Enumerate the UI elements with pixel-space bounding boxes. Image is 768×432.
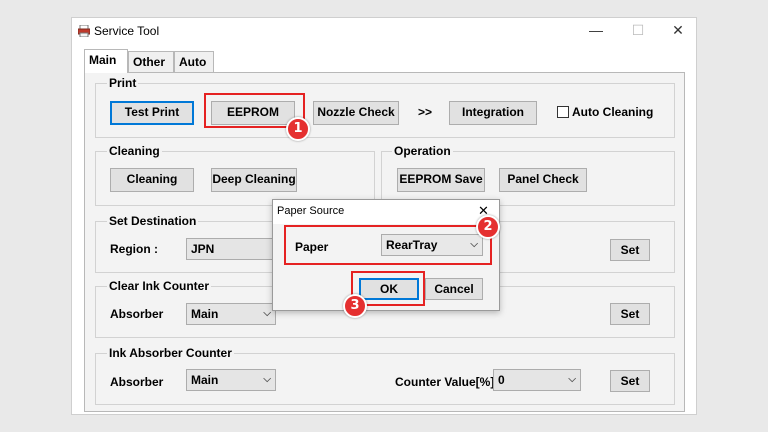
- printer-app-icon: [77, 24, 91, 38]
- ink-absorber-counter-group: [95, 353, 675, 405]
- step-3-badge: 3: [343, 294, 367, 318]
- chevron-down-icon: ⌵: [263, 374, 271, 385]
- set-destination-set-button[interactable]: Set: [610, 239, 650, 261]
- set-destination-label: Set Destination: [107, 214, 199, 228]
- auto-cleaning-checkbox[interactable]: [557, 106, 569, 118]
- tab-other[interactable]: Other: [128, 51, 174, 73]
- chevron-down-icon: ⌵: [263, 308, 271, 319]
- chevron-down-icon: ⌵: [568, 374, 576, 385]
- close-button[interactable]: ✕: [658, 18, 698, 44]
- dialog-title-bar: Paper Source ✕: [273, 200, 499, 224]
- cleaning-group-label: Cleaning: [107, 144, 162, 158]
- ink-absorber-label: Absorber: [110, 375, 164, 389]
- ink-absorber-counter-label: Ink Absorber Counter: [107, 346, 234, 360]
- nozzle-check-button[interactable]: Nozzle Check: [313, 101, 399, 125]
- maximize-button[interactable]: ☐: [618, 18, 658, 44]
- tab-strip: Main Other Auto: [84, 49, 688, 73]
- clear-ink-absorber-select[interactable]: Main ⌵: [186, 303, 276, 325]
- integration-button[interactable]: Integration: [449, 101, 537, 125]
- clear-ink-set-button[interactable]: Set: [610, 303, 650, 325]
- region-label: Region :: [110, 242, 158, 256]
- cancel-button[interactable]: Cancel: [425, 278, 483, 300]
- deep-cleaning-button[interactable]: Deep Cleaning: [211, 168, 297, 192]
- cleaning-button[interactable]: Cleaning: [110, 168, 194, 192]
- arrows-label: >>: [418, 105, 433, 119]
- region-select[interactable]: JPN: [186, 238, 276, 260]
- clear-ink-absorber-value: Main: [191, 307, 219, 321]
- dialog-title: Paper Source: [277, 205, 345, 217]
- step-1-badge: 1: [286, 117, 310, 141]
- ink-absorber-select[interactable]: Main ⌵: [186, 369, 276, 391]
- auto-cleaning-label: Auto Cleaning: [572, 105, 654, 119]
- paper-highlight-box: [284, 225, 492, 265]
- clear-ink-absorber-label: Absorber: [110, 307, 164, 321]
- step-2-badge: 2: [476, 215, 500, 239]
- counter-value-label: Counter Value[%]: [395, 375, 495, 389]
- test-print-button[interactable]: Test Print: [110, 101, 194, 125]
- eeprom-save-button[interactable]: EEPROM Save: [397, 168, 485, 192]
- print-group-label: Print: [107, 76, 139, 90]
- counter-value: 0: [498, 373, 505, 387]
- minimize-button[interactable]: —: [576, 18, 616, 44]
- ink-absorber-value: Main: [191, 373, 219, 387]
- panel-check-button[interactable]: Panel Check: [499, 168, 587, 192]
- window-title: Service Tool: [94, 24, 160, 38]
- counter-value-select[interactable]: 0 ⌵: [493, 369, 581, 391]
- tab-main[interactable]: Main: [84, 49, 128, 73]
- ink-absorber-set-button[interactable]: Set: [610, 370, 650, 392]
- tab-auto[interactable]: Auto: [174, 51, 214, 73]
- operation-group-label: Operation: [392, 144, 453, 158]
- title-bar: Service Tool — ☐ ✕: [72, 18, 696, 46]
- clear-ink-counter-label: Clear Ink Counter: [107, 279, 212, 293]
- region-value: JPN: [191, 242, 215, 256]
